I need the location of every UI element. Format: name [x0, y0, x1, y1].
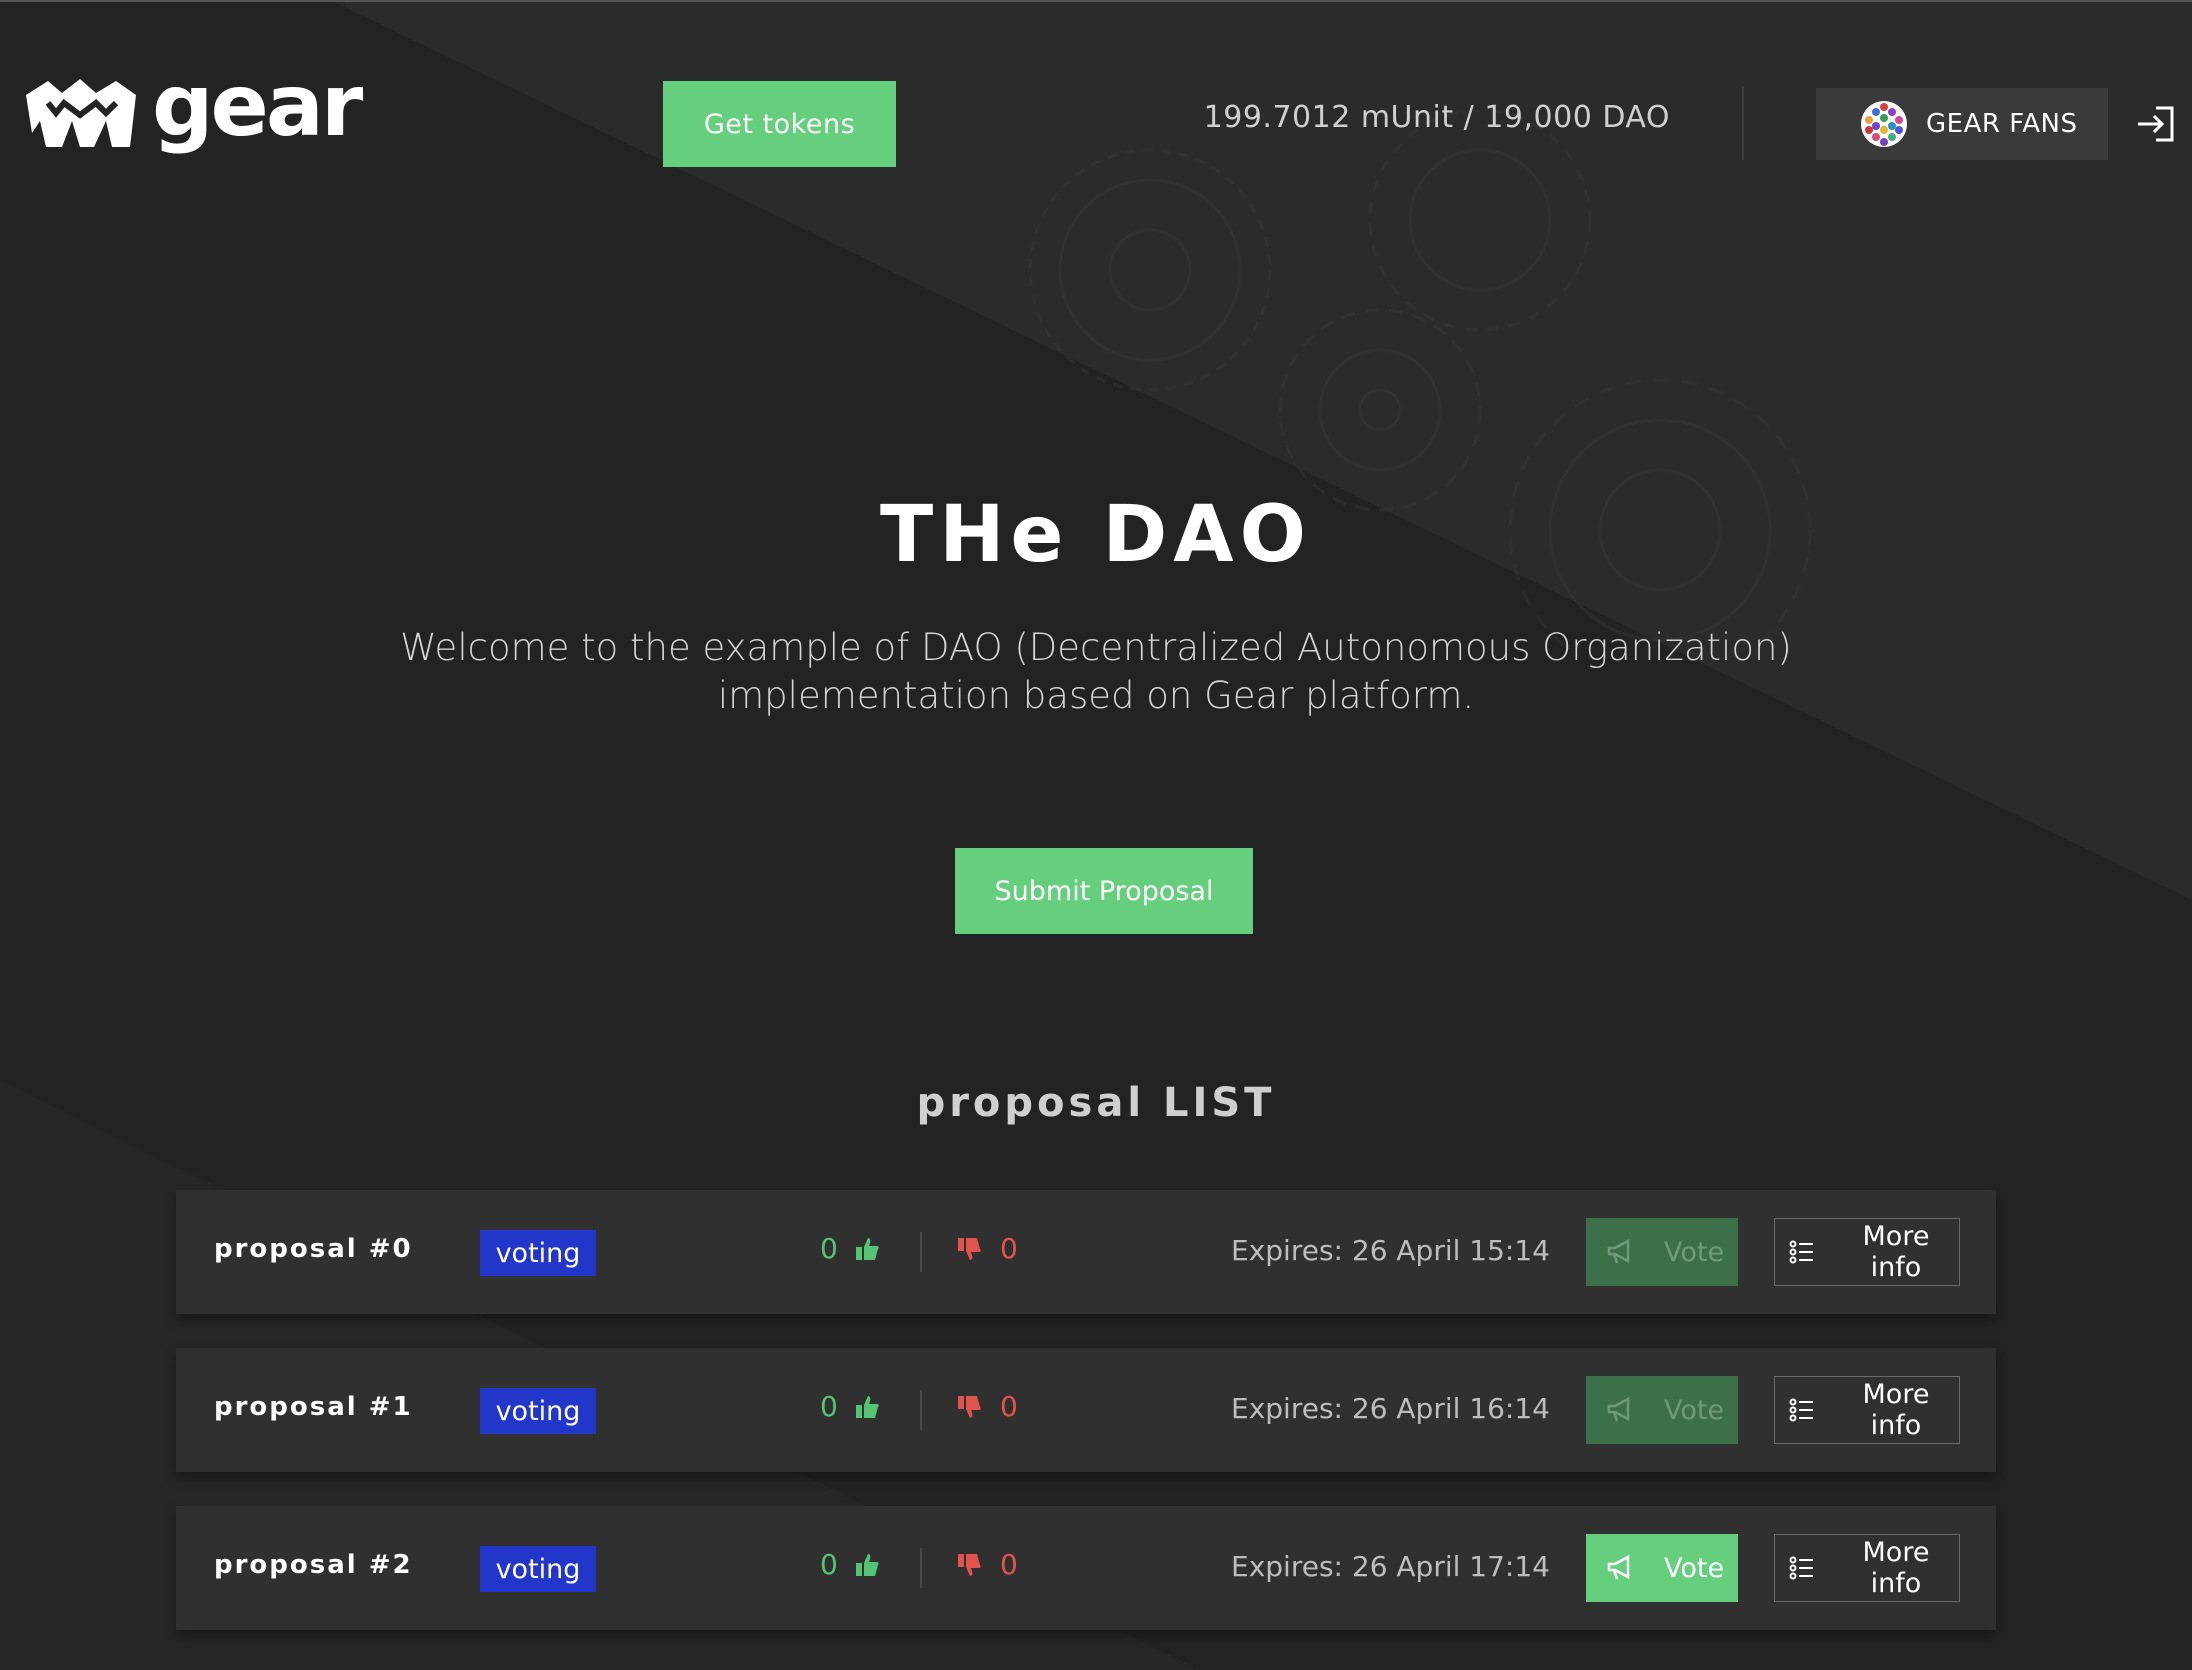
- megaphone-icon: [1607, 1239, 1630, 1264]
- more-info-label: More info: [1862, 1221, 1930, 1283]
- thumbs-down-icon: [958, 1237, 981, 1260]
- vote-separator: [920, 1232, 922, 1272]
- proposal-name: proposal #0: [214, 1234, 413, 1264]
- likes-value: 0: [820, 1232, 838, 1265]
- vote-label: Vote: [1664, 1552, 1725, 1584]
- page-title: THe DAO: [880, 490, 1312, 580]
- list-icon: [1789, 1556, 1813, 1580]
- vote-label: Vote: [1664, 1394, 1725, 1426]
- vote-separator: [920, 1548, 922, 1588]
- gear-logo[interactable]: gear: [22, 56, 363, 156]
- thumbs-up-icon: [855, 1553, 879, 1576]
- account-name: GEAR FANS: [1926, 109, 2078, 139]
- gear-logo-icon: [26, 79, 136, 147]
- expires-text: Expires: 26 April 15:14: [1231, 1234, 1550, 1267]
- proposal-name: proposal #2: [214, 1550, 413, 1580]
- list-icon: [1789, 1240, 1813, 1264]
- dislikes-value: 0: [1000, 1548, 1018, 1581]
- submit-proposal-button[interactable]: Submit Proposal: [955, 848, 1253, 934]
- account-button[interactable]: GEAR FANS: [1816, 88, 2108, 160]
- thumbs-up-icon: [855, 1395, 879, 1418]
- thumbs-down-icon: [958, 1553, 981, 1576]
- dislikes-count: 0: [956, 1390, 1018, 1423]
- proposal-row: proposal #2 voting 0 0 Expires: 26 April…: [176, 1506, 1996, 1630]
- likes-count: 0: [820, 1390, 880, 1423]
- dislikes-count: 0: [956, 1548, 1018, 1581]
- megaphone-icon: [1607, 1397, 1630, 1422]
- likes-count: 0: [820, 1548, 880, 1581]
- expires-text: Expires: 26 April 16:14: [1231, 1392, 1550, 1425]
- logout-icon[interactable]: [2134, 104, 2176, 144]
- proposal-row: proposal #0 voting 0 0 Expires: 26 April…: [176, 1190, 1996, 1314]
- polkadot-avatar-icon: [1861, 101, 1907, 147]
- thumbs-up-icon: [855, 1237, 879, 1260]
- vote-button[interactable]: Vote: [1586, 1534, 1738, 1602]
- vote-label: Vote: [1664, 1236, 1725, 1268]
- get-tokens-button[interactable]: Get tokens: [663, 81, 896, 167]
- more-info-button[interactable]: More info: [1774, 1218, 1960, 1286]
- proposal-row: proposal #1 voting 0 0 Expires: 26 April…: [176, 1348, 1996, 1472]
- more-info-label: More info: [1862, 1537, 1930, 1599]
- likes-count: 0: [820, 1232, 880, 1265]
- thumbs-down-icon: [958, 1395, 981, 1418]
- dislikes-value: 0: [1000, 1232, 1018, 1265]
- vote-separator: [920, 1390, 922, 1430]
- more-info-button[interactable]: More info: [1774, 1376, 1960, 1444]
- proposal-list-title: proposal LIST: [916, 1080, 1276, 1126]
- more-info-button[interactable]: More info: [1774, 1534, 1960, 1602]
- dislikes-value: 0: [1000, 1390, 1018, 1423]
- logo-text: gear: [152, 56, 363, 156]
- status-badge: voting: [480, 1546, 596, 1592]
- status-badge: voting: [480, 1230, 596, 1276]
- megaphone-icon: [1607, 1555, 1630, 1580]
- top-border: [0, 0, 2192, 2]
- header-divider: [1742, 86, 1744, 160]
- vote-button[interactable]: Vote: [1586, 1376, 1738, 1444]
- proposal-name: proposal #1: [214, 1392, 413, 1422]
- status-badge: voting: [480, 1388, 596, 1434]
- wallet-balance: 199.7012 mUnit / 19,000 DAO: [1203, 100, 1670, 135]
- expires-text: Expires: 26 April 17:14: [1231, 1550, 1550, 1583]
- vote-button[interactable]: Vote: [1586, 1218, 1738, 1286]
- likes-value: 0: [820, 1390, 838, 1423]
- likes-value: 0: [820, 1548, 838, 1581]
- list-icon: [1789, 1398, 1813, 1422]
- dislikes-count: 0: [956, 1232, 1018, 1265]
- page-subtitle: Welcome to the example of DAO (Decentral…: [400, 626, 1792, 717]
- more-info-label: More info: [1862, 1379, 1930, 1441]
